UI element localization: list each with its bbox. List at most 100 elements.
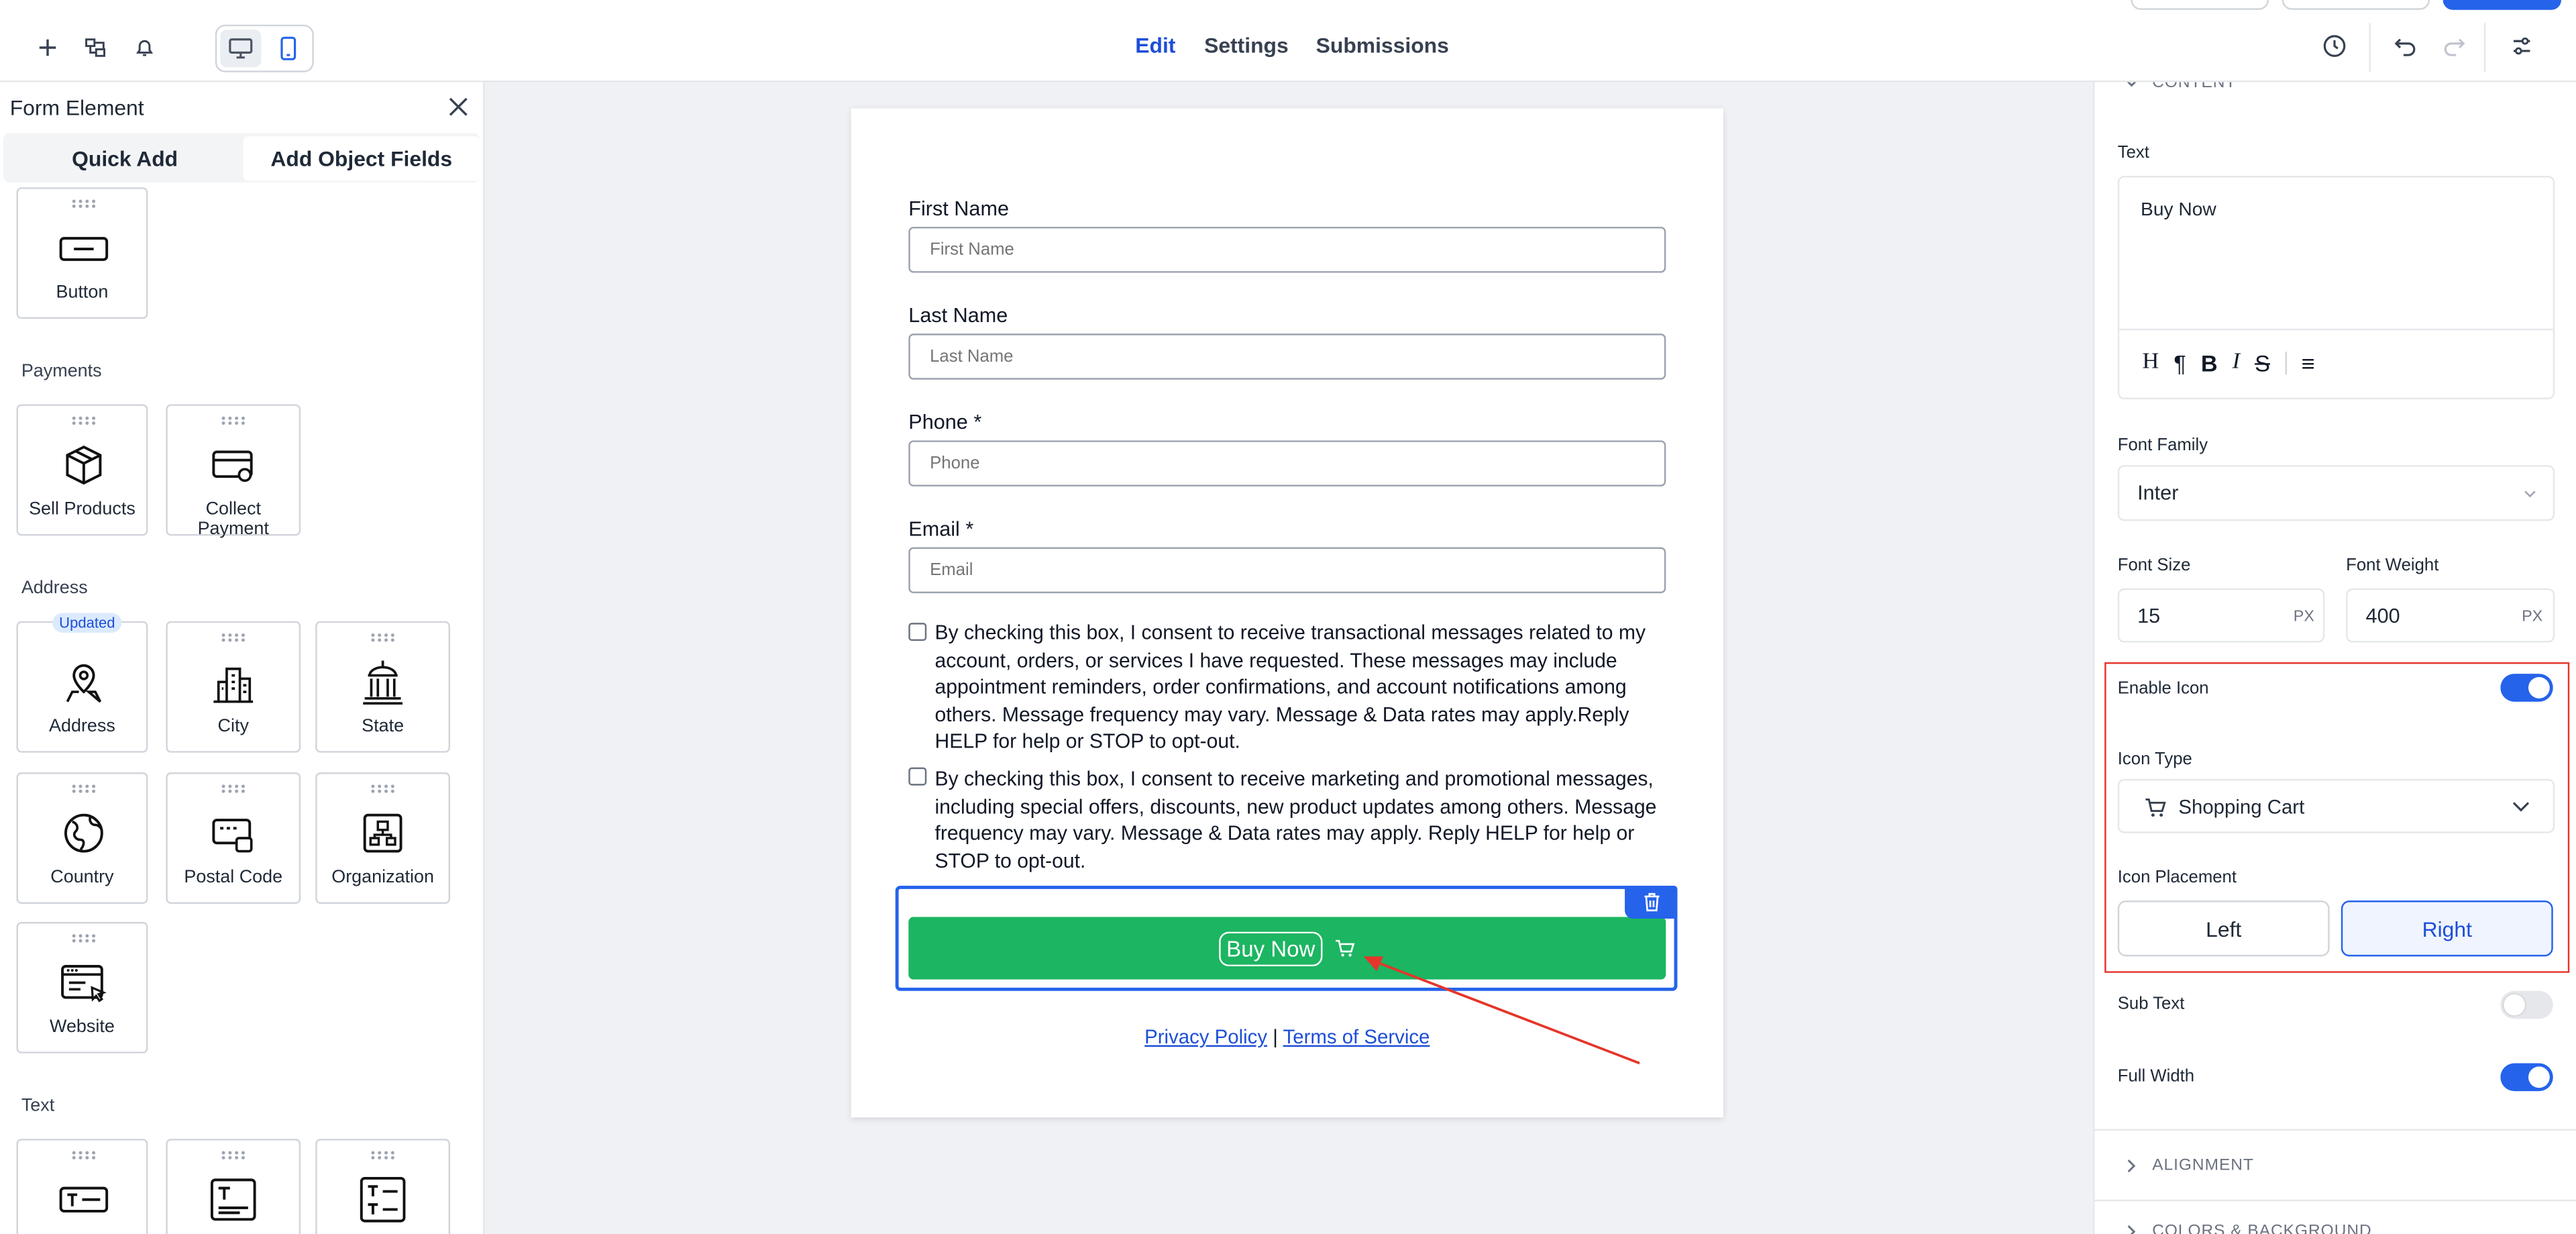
first-name-input[interactable] [908,226,1666,273]
transactional-consent-checkbox[interactable] [908,623,927,641]
icon-type-label: Icon Type [2117,749,2192,770]
drag-handle[interactable] [220,784,247,794]
element-tile-text-box-list[interactable] [315,1139,451,1234]
link-separator: | [1273,1025,1278,1049]
tab-submissions[interactable]: Submissions [1316,33,1449,58]
italic-icon[interactable]: I [2233,350,2240,376]
icon-type-select[interactable]: Shopping Cart [2117,778,2555,833]
colors-section-header[interactable]: COLORS & BACKGROUND [2125,1223,2372,1234]
history-icon[interactable] [2315,26,2355,66]
alignment-section-header[interactable]: ALIGNMENT [2125,1157,2254,1175]
last-name-input[interactable] [908,333,1666,380]
top-toolbar: Edit Settings Submissions [0,0,2576,83]
chevron-down-icon [2127,82,2137,87]
placement-left-button[interactable]: Left [2117,901,2330,957]
placement-right-button[interactable]: Right [2341,901,2553,957]
trash-icon [1644,892,1659,912]
marketing-consent-checkbox[interactable] [908,767,927,786]
drag-handle[interactable] [220,415,247,426]
element-tile-multi-line[interactable] [166,1139,301,1234]
properties-panel: CONTENT Text Buy Now H ¶ B I S ≡ Font Fa… [2093,82,2576,1234]
city-icon [213,667,254,703]
add-icon[interactable] [28,28,68,68]
align-left-icon[interactable]: ≡ [2302,350,2315,376]
font-size-input[interactable]: 15 PX [2117,588,2325,643]
publish-button[interactable] [2443,0,2561,10]
tab-quick-add[interactable]: Quick Add [7,136,244,181]
bold-icon[interactable]: B [2201,350,2218,376]
font-family-select[interactable]: Inter [2117,465,2555,521]
strikethrough-icon[interactable]: S [2255,350,2270,376]
sub-text-toggle[interactable] [2500,990,2553,1019]
marketing-consent-text: By checking this box, I consent to recei… [934,767,1657,872]
tile-label: City [217,716,249,737]
content-section-title: CONTENT [2152,82,2237,93]
element-tile-postal-code[interactable]: Postal Code [166,772,301,904]
drag-handle[interactable] [70,784,97,794]
section-title-payments: Payments [21,361,102,382]
tile-label: Country [50,868,114,888]
drag-handle[interactable] [220,1150,247,1160]
chevron-right-icon [2127,1225,2136,1234]
text-editor[interactable]: Buy Now H ¶ B I S ≡ [2117,176,2555,400]
element-tile-country[interactable]: Country [16,772,148,904]
drag-handle[interactable] [220,632,247,643]
drag-handle[interactable] [370,784,396,794]
toolbar-divider [2483,23,2486,72]
bell-icon[interactable] [125,28,164,68]
redo-icon[interactable] [2434,26,2474,66]
element-tile-sell-products[interactable]: Sell Products [16,404,148,536]
desktop-view-button[interactable] [220,30,262,68]
panel-title: Form Element [9,95,144,120]
element-tile-website[interactable]: Website [16,921,148,1053]
enable-icon-toggle[interactable] [2500,674,2553,702]
full-width-toggle[interactable] [2500,1063,2553,1092]
element-tile-state[interactable]: State [315,621,451,753]
tab-add-object-fields[interactable]: Add Object Fields [243,136,480,181]
content-section-header[interactable]: CONTENT [2125,82,2237,92]
multi-line-text-icon [210,1178,256,1221]
tab-settings[interactable]: Settings [1204,33,1289,58]
undo-icon[interactable] [2385,26,2425,66]
font-weight-unit: PX [2522,608,2543,627]
formatting-toolbar: H ¶ B I S ≡ [2142,350,2314,376]
postal-code-icon [212,819,253,853]
element-tile-button[interactable]: Button [16,187,148,319]
tab-edit[interactable]: Edit [1135,33,1175,58]
section-divider [2094,1129,2576,1131]
drag-handle[interactable] [370,632,396,643]
drag-handle[interactable] [370,1150,396,1160]
heading-icon[interactable]: H [2142,350,2159,376]
font-family-value: Inter [2137,481,2179,505]
element-tile-single-line[interactable] [16,1139,148,1234]
hidden-toolbar-button[interactable] [2131,0,2269,10]
close-icon[interactable] [443,92,473,121]
email-input[interactable] [908,547,1666,594]
font-weight-label: Font Weight [2346,555,2439,576]
delete-element-button[interactable] [1625,886,1678,919]
drag-handle[interactable] [70,1150,97,1160]
drag-handle[interactable] [70,415,97,426]
font-weight-input[interactable]: 400 PX [2346,588,2555,643]
tile-label: Sell Products [29,499,136,519]
toolbar-divider [2369,23,2371,72]
phone-input[interactable] [908,440,1666,486]
tile-label: Organization [331,868,434,888]
transactional-consent-text: By checking this box, I consent to recei… [934,621,1646,753]
settings-sliders-icon[interactable] [2502,26,2542,66]
drag-handle[interactable] [70,199,97,209]
element-tile-address[interactable]: Updated Address [16,613,148,753]
mobile-view-button[interactable] [268,30,309,67]
colors-section-title: COLORS & BACKGROUND [2152,1223,2372,1234]
last-name-label: Last Name [908,304,1008,327]
drag-handle[interactable] [70,933,97,943]
layers-icon[interactable] [76,28,115,68]
element-tile-organization[interactable]: Organization [315,772,451,904]
hidden-toolbar-button[interactable] [2282,0,2430,10]
element-tile-collect-payment[interactable]: Collect Payment [166,404,301,539]
element-tile-city[interactable]: City [166,621,301,753]
privacy-policy-link[interactable]: Privacy Policy [1144,1025,1267,1048]
paragraph-icon[interactable]: ¶ [2174,350,2186,376]
phone-label: Phone * [908,411,982,434]
text-box-list-icon [360,1176,406,1223]
